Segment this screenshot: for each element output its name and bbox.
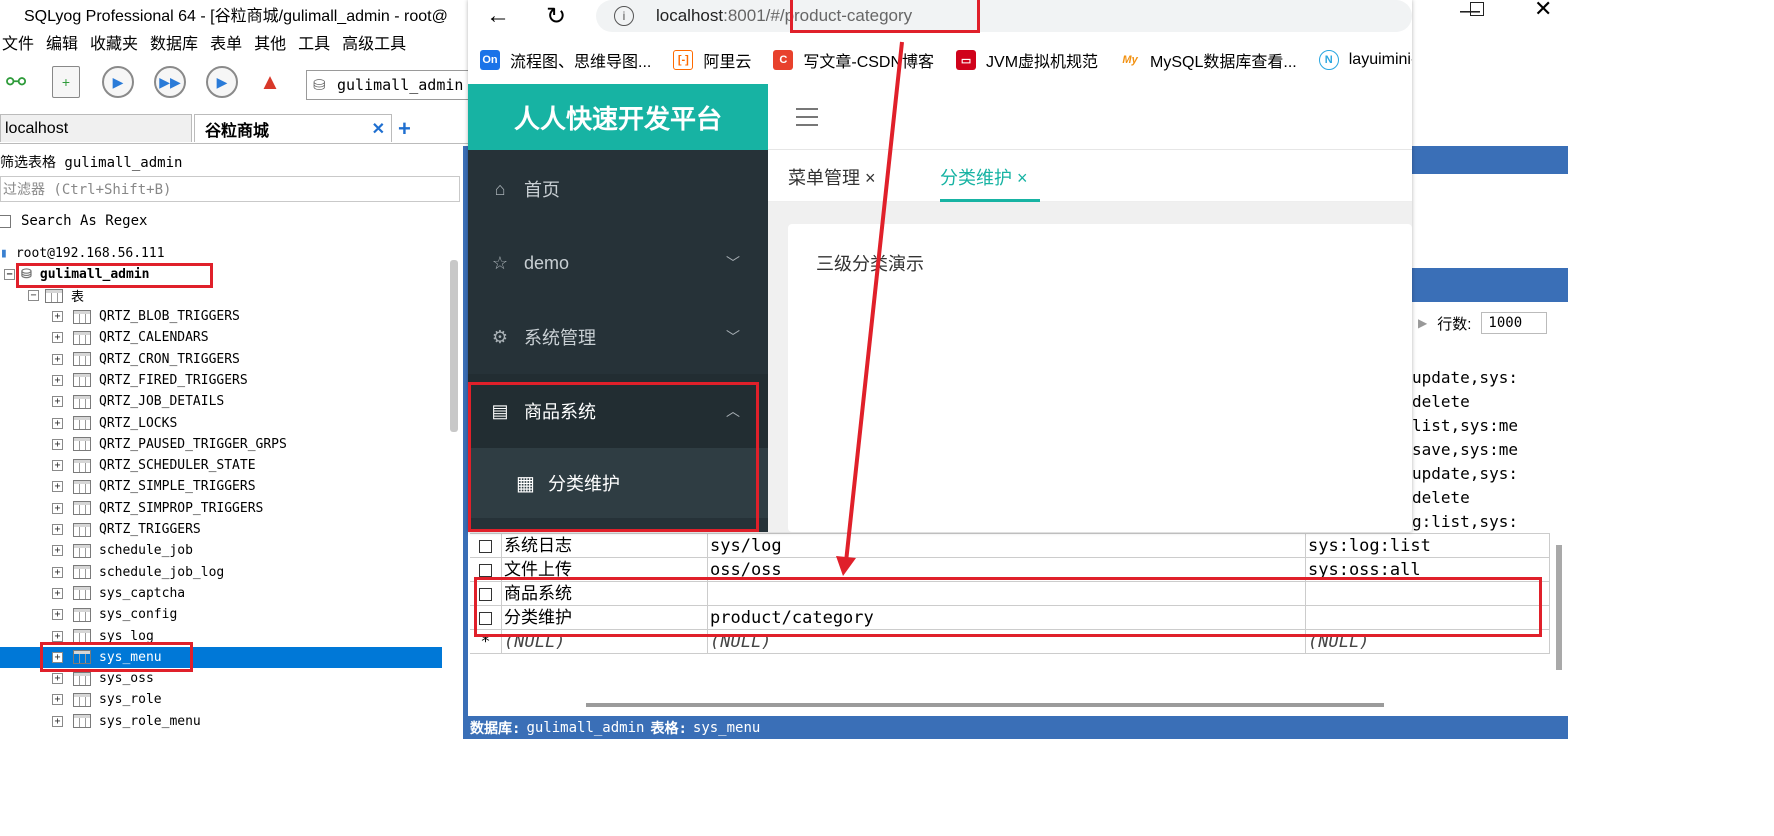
annotation-arrow xyxy=(836,41,904,576)
